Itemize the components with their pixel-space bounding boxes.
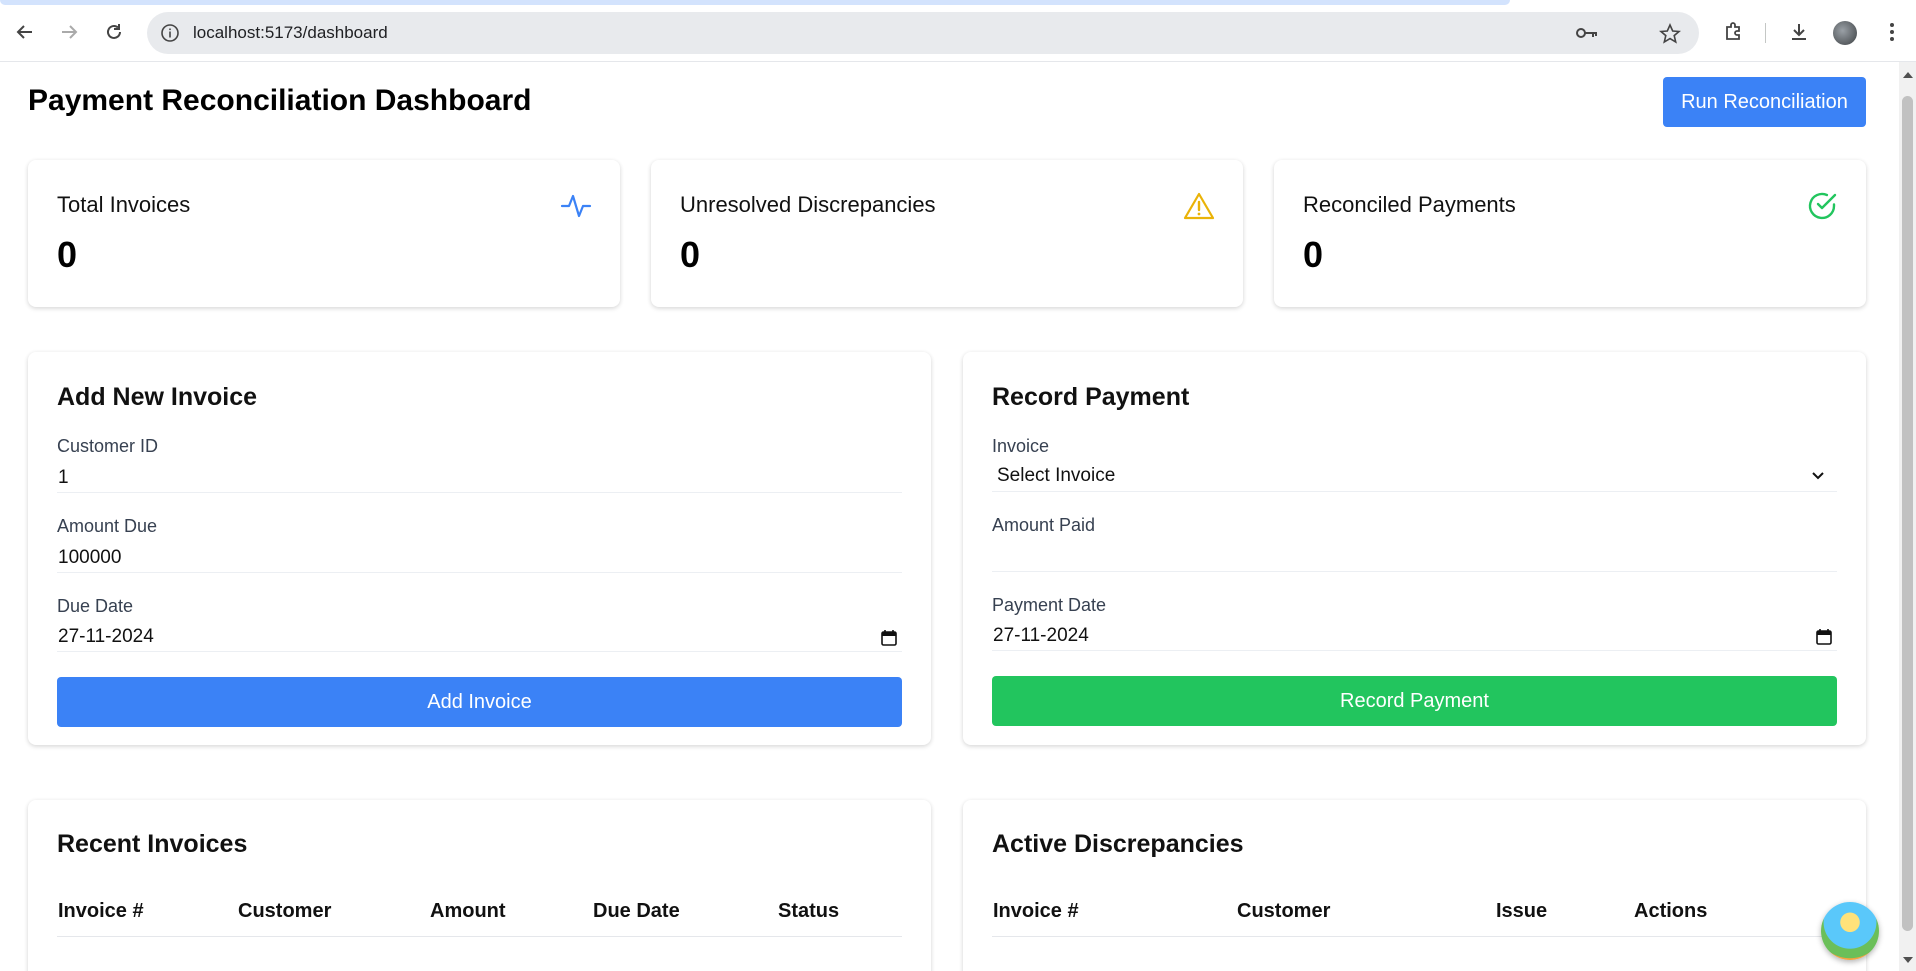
add-invoice-button[interactable]: Add Invoice	[57, 677, 902, 727]
profile-avatar[interactable]	[1833, 21, 1857, 45]
customer-id-input[interactable]	[57, 463, 902, 493]
stat-label: Reconciled Payments	[1303, 192, 1516, 217]
back-button[interactable]	[10, 17, 40, 47]
payment-date-input[interactable]: 27-11-2024	[992, 621, 1837, 651]
more-vertical-icon	[1890, 23, 1894, 41]
amount-paid-label: Amount Paid	[992, 515, 1096, 535]
column-header[interactable]: Invoice #	[993, 900, 1079, 923]
activity-icon	[560, 194, 592, 218]
tab-strip	[0, 0, 1510, 5]
table-divider	[992, 936, 1837, 937]
url-text: localhost:5173/dashboard	[193, 23, 388, 42]
run-reconciliation-button[interactable]: Run Reconciliation	[1663, 77, 1866, 127]
extensions-button[interactable]	[1720, 18, 1748, 46]
column-header[interactable]: Amount	[430, 900, 506, 923]
table-title: Recent Invoices	[57, 830, 248, 858]
check-circle-icon	[1808, 192, 1837, 220]
stat-label: Unresolved Discrepancies	[680, 192, 936, 217]
toolbar-separator	[1765, 23, 1766, 43]
dashboard-page: Payment Reconciliation Dashboard Run Rec…	[0, 62, 1899, 971]
active-discrepancies-card: Active Discrepancies Invoice # Customer …	[963, 800, 1866, 971]
customer-id-label: Customer ID	[57, 436, 159, 456]
scroll-down-arrow-icon[interactable]	[1903, 957, 1913, 963]
reload-icon	[107, 24, 121, 39]
stat-value: 0	[680, 234, 701, 275]
record-payment-card: Record Payment Invoice Select Invoice Am…	[963, 352, 1866, 745]
invoice-select[interactable]: Select Invoice	[992, 460, 1837, 492]
table-title: Active Discrepancies	[992, 830, 1244, 858]
form-title: Add New Invoice	[57, 383, 258, 411]
add-invoice-card: Add New Invoice Customer ID Amount Due D…	[28, 352, 931, 745]
payment-date-value: 27-11-2024	[993, 625, 1089, 646]
warning-triangle-icon	[1183, 192, 1215, 220]
amount-due-label: Amount Due	[57, 516, 158, 536]
payment-date-label: Payment Date	[992, 595, 1107, 615]
floating-assistant-button[interactable]	[1821, 902, 1879, 960]
calendar-icon[interactable]	[880, 629, 898, 647]
record-payment-button[interactable]: Record Payment	[992, 676, 1837, 726]
column-header[interactable]: Status	[778, 900, 839, 923]
site-info-icon[interactable]	[159, 22, 181, 44]
due-date-input[interactable]: 27-11-2024	[57, 622, 902, 652]
amount-due-input[interactable]	[57, 543, 902, 573]
bookmark-star-icon[interactable]	[1659, 23, 1681, 45]
calendar-icon[interactable]	[1815, 628, 1833, 646]
due-date-label: Due Date	[57, 596, 134, 616]
invoice-select-value: Select Invoice	[997, 464, 1116, 486]
stat-label: Total Invoices	[57, 192, 191, 217]
stat-card-total-invoices: Total Invoices 0	[28, 160, 620, 307]
column-header[interactable]: Customer	[1237, 900, 1330, 923]
amount-paid-input[interactable]	[992, 542, 1837, 572]
form-title: Record Payment	[992, 383, 1190, 411]
forward-arrow-icon	[62, 25, 78, 39]
browser-toolbar: localhost:5173/dashboard	[0, 0, 1916, 62]
column-header[interactable]: Invoice #	[58, 900, 144, 923]
password-key-icon[interactable]	[1575, 23, 1599, 43]
table-divider	[57, 936, 902, 937]
column-header[interactable]: Actions	[1634, 900, 1707, 923]
back-arrow-icon	[16, 25, 32, 39]
scroll-up-arrow-icon[interactable]	[1903, 72, 1913, 78]
invoice-label: Invoice	[992, 436, 1050, 456]
forward-button[interactable]	[54, 17, 84, 47]
stat-card-reconciled-payments: Reconciled Payments 0	[1274, 160, 1866, 307]
reload-button[interactable]	[99, 17, 129, 47]
column-header[interactable]: Customer	[238, 900, 331, 923]
puzzle-icon	[1726, 22, 1740, 40]
stat-value: 0	[57, 234, 78, 275]
scrollbar-thumb[interactable]	[1902, 96, 1913, 931]
address-bar[interactable]: localhost:5173/dashboard	[147, 12, 1699, 54]
due-date-value: 27-11-2024	[58, 626, 154, 647]
column-header[interactable]: Issue	[1496, 900, 1547, 923]
recent-invoices-card: Recent Invoices Invoice # Customer Amoun…	[28, 800, 931, 971]
stat-card-unresolved-discrepancies: Unresolved Discrepancies 0	[651, 160, 1243, 307]
chevron-down-icon	[1812, 472, 1824, 480]
browser-menu-button[interactable]	[1878, 18, 1906, 46]
page-scrollbar[interactable]	[1899, 62, 1916, 971]
download-icon	[1792, 24, 1806, 40]
page-title: Payment Reconciliation Dashboard	[28, 84, 532, 117]
stat-value: 0	[1303, 234, 1324, 275]
column-header[interactable]: Due Date	[593, 900, 680, 923]
downloads-button[interactable]	[1785, 18, 1813, 46]
